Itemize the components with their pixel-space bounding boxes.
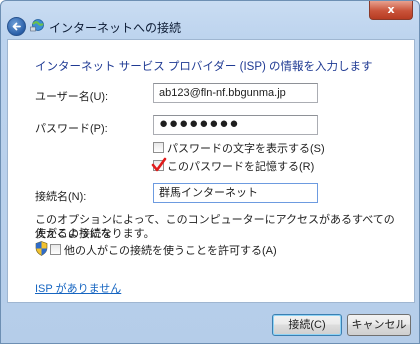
title-bar: インターネットへの接続 x (1, 1, 419, 36)
connection-name-label: 接続名(N): (35, 191, 87, 203)
uac-shield-icon (35, 241, 48, 256)
username-label: ユーザー名(U): (35, 91, 109, 103)
back-arrow-icon (12, 22, 21, 31)
password-input[interactable]: ●●●●●●●● (153, 115, 318, 135)
sharing-note-line2: 使えるようになります。 (35, 228, 155, 240)
allow-others-label: 他の人がこの接続を使うことを許可する(A) (64, 245, 277, 257)
remember-password-label: このパスワードを記憶する(R) (167, 161, 315, 173)
allow-others-checkbox[interactable] (50, 244, 61, 255)
checkmark-icon (151, 157, 167, 172)
show-password-label: パスワードの文字を表示する(S) (167, 143, 325, 155)
page-heading: インターネット サービス プロバイダー (ISP) の情報を入力します (35, 61, 373, 73)
password-label: パスワード(P): (35, 123, 108, 135)
remember-password-checkbox[interactable] (151, 157, 167, 172)
no-isp-link[interactable]: ISP がありません (35, 280, 121, 296)
close-icon: x (387, 3, 395, 16)
close-button[interactable]: x (369, 1, 413, 20)
show-password-checkbox[interactable] (153, 142, 164, 153)
connect-to-internet-window: インターネットへの接続 x インターネット サービス プロバイダー (ISP) … (0, 0, 420, 344)
wizard-content-panel: インターネット サービス プロバイダー (ISP) の情報を入力します ユーザー… (7, 39, 415, 303)
cancel-button[interactable]: キャンセル (347, 314, 411, 336)
username-input[interactable]: ab123@fln-nf.bbgunma.jp (153, 83, 318, 103)
connection-name-input[interactable]: 群馬インターネット (153, 183, 318, 203)
connect-button[interactable]: 接続(C) (272, 314, 342, 336)
window-title: インターネットへの接続 (49, 21, 182, 35)
network-connection-icon (30, 19, 44, 32)
back-button[interactable] (7, 17, 26, 36)
